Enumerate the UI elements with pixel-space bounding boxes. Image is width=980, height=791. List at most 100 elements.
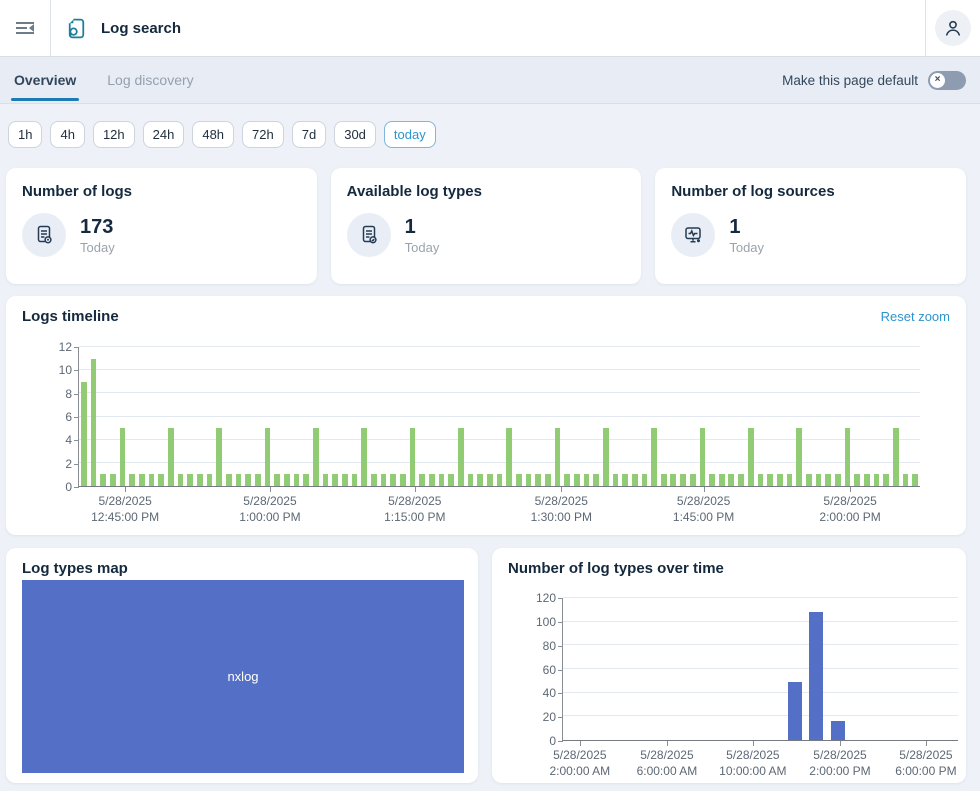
bar[interactable] bbox=[806, 474, 812, 486]
bar[interactable] bbox=[245, 474, 251, 486]
bar[interactable] bbox=[439, 474, 445, 486]
bar[interactable] bbox=[187, 474, 193, 486]
bar[interactable] bbox=[816, 474, 822, 486]
time-range-1h[interactable]: 1h bbox=[8, 121, 42, 148]
bar[interactable] bbox=[120, 428, 126, 486]
bar[interactable] bbox=[448, 474, 454, 486]
bar[interactable] bbox=[700, 428, 706, 486]
bar[interactable] bbox=[371, 474, 377, 486]
bar[interactable] bbox=[139, 474, 145, 486]
bar[interactable] bbox=[110, 474, 116, 486]
bar[interactable] bbox=[497, 474, 503, 486]
bar[interactable] bbox=[303, 474, 309, 486]
bar[interactable] bbox=[622, 474, 628, 486]
bar[interactable] bbox=[709, 474, 715, 486]
bar[interactable] bbox=[835, 474, 841, 486]
bar[interactable] bbox=[129, 474, 135, 486]
bar[interactable] bbox=[545, 474, 551, 486]
bar[interactable] bbox=[642, 474, 648, 486]
bar[interactable] bbox=[883, 474, 889, 486]
bar[interactable] bbox=[81, 382, 87, 486]
bar[interactable] bbox=[274, 474, 280, 486]
bar[interactable] bbox=[197, 474, 203, 486]
bar[interactable] bbox=[342, 474, 348, 486]
bar[interactable] bbox=[767, 474, 773, 486]
bar[interactable] bbox=[874, 474, 880, 486]
bar[interactable] bbox=[332, 474, 338, 486]
bar[interactable] bbox=[748, 428, 754, 486]
bar[interactable] bbox=[796, 428, 802, 486]
time-range-12h[interactable]: 12h bbox=[93, 121, 135, 148]
bar[interactable] bbox=[352, 474, 358, 486]
plot-area[interactable] bbox=[562, 598, 958, 741]
bar[interactable] bbox=[168, 428, 174, 486]
bar[interactable] bbox=[738, 474, 744, 486]
bar[interactable] bbox=[207, 474, 213, 486]
bar[interactable] bbox=[593, 474, 599, 486]
log-types-over-time-chart[interactable]: 0204060801001205/28/20252:00:00 AM5/28/2… bbox=[492, 548, 966, 783]
bar[interactable] bbox=[381, 474, 387, 486]
bar[interactable] bbox=[516, 474, 522, 486]
time-range-7d[interactable]: 7d bbox=[292, 121, 326, 148]
bar[interactable] bbox=[864, 474, 870, 486]
bar[interactable] bbox=[468, 474, 474, 486]
bar[interactable] bbox=[400, 474, 406, 486]
bar[interactable] bbox=[809, 612, 823, 740]
bar[interactable] bbox=[670, 474, 676, 486]
bar[interactable] bbox=[632, 474, 638, 486]
bar[interactable] bbox=[854, 474, 860, 486]
bar[interactable] bbox=[787, 474, 793, 486]
bar[interactable] bbox=[758, 474, 764, 486]
collapse-sidebar-button[interactable] bbox=[0, 0, 50, 56]
bar[interactable] bbox=[574, 474, 580, 486]
bar[interactable] bbox=[477, 474, 483, 486]
bar[interactable] bbox=[149, 474, 155, 486]
bar[interactable] bbox=[506, 428, 512, 486]
bar[interactable] bbox=[323, 474, 329, 486]
time-range-72h[interactable]: 72h bbox=[242, 121, 284, 148]
bar[interactable] bbox=[487, 474, 493, 486]
default-page-toggle[interactable]: × bbox=[928, 71, 966, 90]
bar[interactable] bbox=[651, 428, 657, 486]
logs-timeline-chart[interactable]: 0246810125/28/202512:45:00 PM5/28/20251:… bbox=[6, 296, 966, 535]
bar[interactable] bbox=[178, 474, 184, 486]
bar[interactable] bbox=[226, 474, 232, 486]
bar[interactable] bbox=[284, 474, 290, 486]
bar[interactable] bbox=[825, 474, 831, 486]
bar[interactable] bbox=[313, 428, 319, 486]
bar[interactable] bbox=[912, 474, 918, 486]
bar[interactable] bbox=[535, 474, 541, 486]
bar[interactable] bbox=[680, 474, 686, 486]
bar[interactable] bbox=[690, 474, 696, 486]
time-range-today[interactable]: today bbox=[384, 121, 436, 148]
bar[interactable] bbox=[903, 474, 909, 486]
bar[interactable] bbox=[429, 474, 435, 486]
bar[interactable] bbox=[458, 428, 464, 486]
time-range-48h[interactable]: 48h bbox=[192, 121, 234, 148]
bar[interactable] bbox=[661, 474, 667, 486]
time-range-24h[interactable]: 24h bbox=[143, 121, 185, 148]
bar[interactable] bbox=[831, 721, 845, 740]
bar[interactable] bbox=[788, 682, 802, 740]
bar[interactable] bbox=[613, 474, 619, 486]
bar[interactable] bbox=[216, 428, 222, 486]
plot-area[interactable] bbox=[78, 347, 920, 487]
bar[interactable] bbox=[410, 428, 416, 486]
bar[interactable] bbox=[390, 474, 396, 486]
bar[interactable] bbox=[255, 474, 261, 486]
bar[interactable] bbox=[526, 474, 532, 486]
bar[interactable] bbox=[91, 359, 97, 486]
treemap-node-nxlog[interactable]: nxlog bbox=[22, 580, 464, 773]
bar[interactable] bbox=[294, 474, 300, 486]
tab-log-discovery[interactable]: Log discovery bbox=[107, 57, 193, 103]
bar[interactable] bbox=[158, 474, 164, 486]
user-menu-button[interactable] bbox=[935, 10, 971, 46]
bar[interactable] bbox=[100, 474, 106, 486]
bar[interactable] bbox=[361, 428, 367, 486]
bar[interactable] bbox=[777, 474, 783, 486]
bar[interactable] bbox=[893, 428, 899, 486]
bar[interactable] bbox=[603, 428, 609, 486]
bar[interactable] bbox=[236, 474, 242, 486]
tab-overview[interactable]: Overview bbox=[14, 57, 76, 103]
bar[interactable] bbox=[719, 474, 725, 486]
